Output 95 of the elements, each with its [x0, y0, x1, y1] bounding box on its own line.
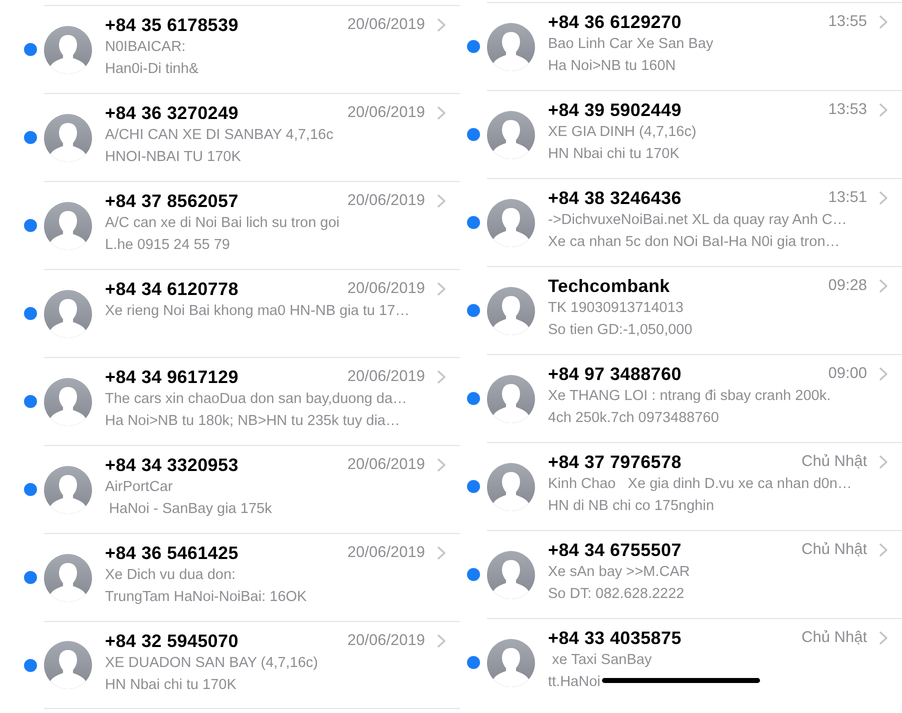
avatar-icon — [487, 374, 535, 422]
message-time: 20/06/2019 — [347, 632, 425, 650]
message-preview-line: HNOI-NBAI TU 170K — [105, 148, 241, 167]
chevron-icon — [879, 631, 888, 645]
message-preview-line: tt.HaNoi — [548, 673, 600, 692]
avatar-icon — [44, 26, 92, 74]
message-time: Chủ Nhật — [802, 541, 867, 559]
sender-name: +84 34 9617129 — [105, 366, 240, 388]
message-preview-line: Kinh Chao Xe gia dinh D.vu xe ca nhan d0n… — [548, 475, 852, 494]
avatar-icon — [487, 462, 535, 510]
message-preview-line: 4ch 250k.7ch 0973488760 — [548, 409, 719, 428]
sender-name: +84 34 6755507 — [548, 540, 682, 560]
avatar-icon — [487, 198, 535, 246]
chevron-icon — [437, 546, 446, 560]
message-preview-line: Xe rieng Noi Bai khong ma0 HN-NB gia tu 17… — [105, 302, 410, 321]
sender-name: +84 34 6120778 — [105, 278, 240, 300]
avatar-icon — [44, 641, 92, 689]
message-preview-line: HaNoi - SanBay gia 175k — [108, 500, 272, 519]
sender-name: +84 36 5461425 — [105, 542, 240, 564]
message-preview-line: Ha Noi>NB tu 160N — [548, 57, 676, 76]
avatar-icon — [487, 22, 535, 70]
message-preview-line: So tien GD:-1,050,000 — [548, 321, 692, 340]
avatar-icon — [44, 202, 92, 250]
message-preview-line: Han0i-Di tinh& — [105, 60, 198, 79]
message-preview-line: ->DichvuxeNoiBai.net XL da quay ray Anh C… — [548, 211, 847, 230]
message-time: 13:55 — [828, 13, 867, 31]
message-time: 20/06/2019 — [347, 280, 425, 298]
message-preview-line: xe Taxi SanBay — [551, 651, 652, 670]
sender-name: Techcombank — [548, 276, 671, 296]
message-time: 20/06/2019 — [347, 368, 425, 386]
chevron-icon — [879, 279, 888, 293]
message-preview-line: A/C can xe di Noi Bai lich su tron goi — [105, 214, 340, 233]
chevron-icon — [437, 370, 446, 384]
chevron-icon — [437, 282, 446, 296]
sender-name: +84 36 3270249 — [105, 102, 240, 124]
message-preview-line: So DT: 082.628.2222 — [548, 585, 684, 604]
sender-name: +84 33 4035875 — [548, 628, 682, 648]
message-preview-line: XE GIA DINH (4,7,16c) — [548, 123, 696, 142]
message-preview-line: Ha Noi>NB tu 180k; NB>HN tu 235k tuy dia… — [105, 412, 400, 431]
message-preview-line: TK 19030913714013 — [548, 299, 684, 318]
message-preview-line: TrungTam HaNoi-NoiBai: 16OK — [105, 588, 307, 607]
message-preview-line: Xe Dich vu dua don: — [105, 566, 236, 585]
chevron-icon — [879, 367, 888, 381]
avatar-icon — [44, 466, 92, 514]
sender-name: +84 37 8562057 — [105, 190, 240, 212]
message-time: Chủ Nhật — [802, 453, 867, 471]
message-time: 20/06/2019 — [347, 456, 425, 474]
chevron-icon — [437, 194, 446, 208]
message-time: 20/06/2019 — [347, 544, 425, 562]
chevron-icon — [879, 543, 888, 557]
message-preview-line: XE DUADON SAN BAY (4,7,16c) — [105, 654, 318, 673]
message-preview-line: L.he 0915 24 55 79 — [105, 236, 230, 255]
chevron-icon — [437, 18, 446, 32]
avatar-icon — [44, 378, 92, 426]
avatar-icon — [487, 550, 535, 598]
message-preview-line: The cars xin chaoDua don san bay,duong da… — [105, 390, 408, 409]
message-time: 20/06/2019 — [347, 16, 425, 34]
message-time: Chủ Nhật — [802, 629, 867, 647]
chevron-icon — [879, 191, 888, 205]
chevron-icon — [879, 455, 888, 469]
sender-name: +84 38 3246436 — [548, 188, 682, 208]
sender-name: +84 36 6129270 — [548, 12, 682, 32]
avatar-icon — [44, 290, 92, 338]
chevron-icon — [437, 106, 446, 120]
message-preview-line: AirPortCar — [105, 478, 173, 497]
avatar-icon — [487, 286, 535, 334]
message-time: 20/06/2019 — [347, 192, 425, 210]
message-preview-line: Xe sAn bay >>M.CAR — [548, 563, 690, 582]
sender-name: +84 34 3320953 — [105, 454, 240, 476]
sender-name: +84 35 6178539 — [105, 14, 240, 36]
avatar-icon — [44, 114, 92, 162]
chevron-icon — [879, 103, 888, 117]
message-preview-line: HN di NB chi co 175nghin — [548, 497, 714, 516]
message-preview-line: Bao Linh Car Xe San Bay — [548, 35, 714, 54]
avatar-icon — [487, 110, 535, 158]
sender-name: +84 32 5945070 — [105, 630, 240, 652]
chevron-icon — [437, 634, 446, 648]
sender-name: +84 39 5902449 — [548, 100, 682, 120]
chevron-icon — [437, 458, 446, 472]
message-time: 13:51 — [828, 189, 867, 207]
message-preview-line: N0IBAICAR: — [105, 38, 186, 57]
message-preview-line: A/CHI CAN XE DI SANBAY 4,7,16c — [105, 126, 334, 145]
avatar-icon — [487, 638, 535, 686]
message-time: 09:28 — [828, 277, 867, 295]
avatar-icon — [44, 554, 92, 602]
message-preview-line: HN Nbai chi tu 170K — [548, 145, 680, 164]
message-time: 09:00 — [828, 365, 867, 383]
message-preview-line: Xe ca nhan 5c don NOi BaI-Ha N0i gia tron… — [548, 233, 840, 252]
message-preview-line: HN Nbai chi tu 170K — [105, 676, 236, 695]
message-time: 20/06/2019 — [347, 104, 425, 122]
sender-name: +84 37 7976578 — [548, 452, 682, 472]
sender-name: +84 97 3488760 — [548, 364, 682, 384]
message-preview-line: Xe THANG LOI : ntrang đi sbay cranh 200k. — [548, 387, 831, 406]
message-time: 13:53 — [828, 101, 867, 119]
chevron-icon — [879, 15, 888, 29]
